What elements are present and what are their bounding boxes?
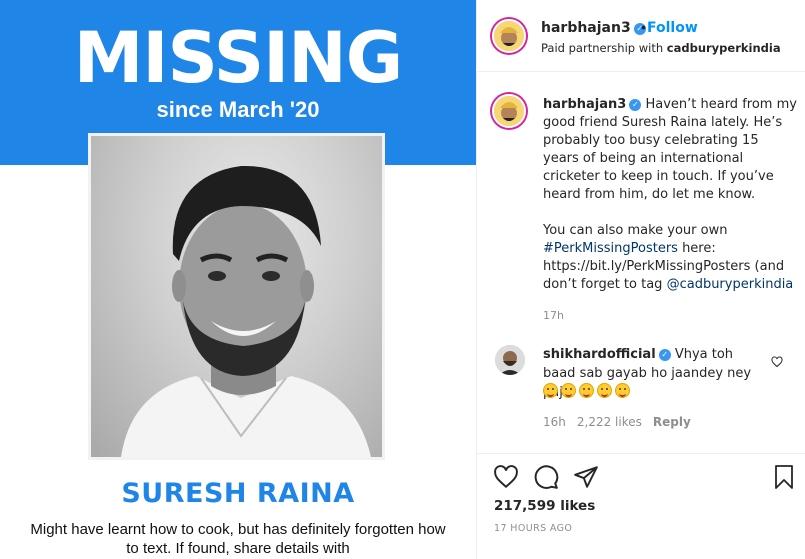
rofl-emoji-icon: [597, 383, 612, 398]
comment-emojis: [543, 383, 633, 399]
caption-timestamp: 17h: [543, 309, 564, 322]
poster-description: Might have learnt how to cook, but has d…: [30, 521, 446, 557]
follow-button[interactable]: Follow: [647, 20, 698, 36]
paid-partnership-label: Paid partnership with cadburyperkindia: [541, 41, 781, 55]
likes-count[interactable]: 217,599 likes: [494, 498, 595, 514]
post-panel: harbhajan3 ✓ • Follow Paid partnership wi…: [476, 0, 805, 559]
comments-section: harbhajan3 ✓ Haven’t heard from my good f…: [477, 73, 805, 453]
hashtag-link[interactable]: #PerkMissingPosters: [543, 241, 678, 256]
poster-name: SURESH RAINA: [121, 478, 355, 509]
separator-dot: •: [641, 19, 646, 35]
post-header: harbhajan3 ✓ • Follow Paid partnership wi…: [477, 0, 805, 72]
comment-like-heart-icon[interactable]: [771, 355, 783, 373]
comment-timestamp: 16h: [543, 415, 566, 429]
comment-likes[interactable]: 2,222 likes: [577, 415, 642, 429]
author-username[interactable]: harbhajan3 ✓: [541, 20, 646, 36]
post-timestamp: 17 HOURS AGO: [494, 523, 573, 534]
comment-username[interactable]: shikhardofficial ✓: [543, 347, 671, 362]
comment-icon[interactable]: [533, 464, 559, 495]
laughing-emoji-icon: [561, 383, 576, 398]
portrait-photo: [91, 136, 382, 457]
rofl-emoji-icon: [615, 383, 630, 398]
partner-link[interactable]: cadburyperkindia: [667, 41, 781, 55]
rofl-emoji-icon: [579, 383, 594, 398]
caption-text-2: You can also make your own: [543, 223, 728, 238]
post-actions: 217,599 likes 17 HOURS AGO: [477, 453, 805, 559]
laughing-emoji-icon: [543, 383, 558, 398]
share-icon[interactable]: [573, 464, 599, 495]
verified-icon: ✓: [629, 99, 642, 111]
verified-icon: ✓: [658, 349, 671, 361]
post-caption: harbhajan3 ✓ Haven’t heard from my good f…: [543, 96, 797, 294]
bookmark-icon[interactable]: [772, 464, 796, 495]
heart-icon[interactable]: [493, 464, 519, 495]
post-image[interactable]: MISSING since March '20 SURESH RAINA Mig…: [0, 0, 476, 559]
caption-avatar[interactable]: [492, 94, 526, 128]
poster-title: MISSING: [73, 17, 403, 99]
commenter-avatar[interactable]: [495, 345, 525, 375]
mention-link[interactable]: @cadburyperkindia: [667, 277, 794, 292]
reply-button[interactable]: Reply: [653, 415, 691, 429]
portrait-frame: [88, 133, 385, 460]
author-avatar[interactable]: [492, 19, 526, 53]
comment-meta: 16h 2,222 likes Reply: [543, 415, 702, 429]
poster-subtitle: since March '20: [156, 97, 320, 122]
caption-username[interactable]: harbhajan3 ✓: [543, 97, 642, 112]
caption-text-1: Haven’t heard from my good friend Suresh…: [543, 97, 797, 202]
